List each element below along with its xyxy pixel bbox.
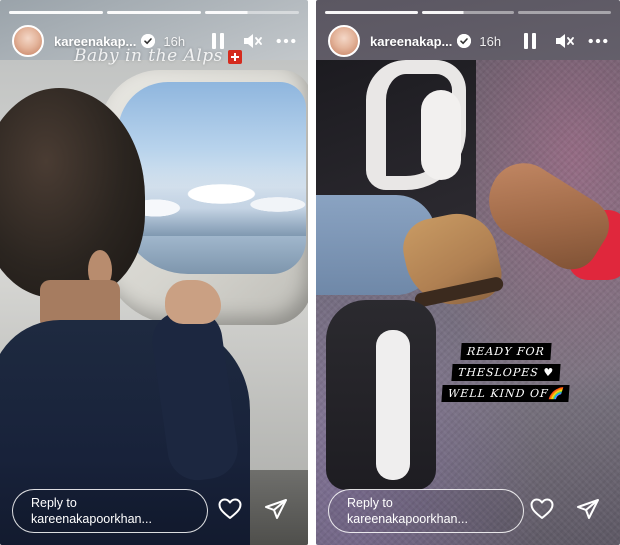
reply-input[interactable]: Reply to kareenakapoorkhan... — [12, 489, 208, 533]
username[interactable]: kareenakap... — [370, 34, 452, 49]
progress-segment — [518, 11, 612, 14]
story-progress-bar — [9, 11, 299, 14]
story-footer: Reply to kareenakapoorkhan... — [12, 489, 296, 533]
send-paper-plane-icon[interactable] — [264, 498, 288, 525]
story-photo-feet-on-plane-floor — [316, 0, 620, 545]
sticker-line-2: THESLOPES ♥ — [450, 364, 561, 381]
progress-segment-active — [205, 11, 299, 14]
reply-placeholder-line1: Reply to — [31, 496, 77, 510]
story-right[interactable]: kareenakap... 16h Reply to kareenakapoor… — [316, 0, 620, 545]
pause-icon[interactable] — [520, 31, 540, 51]
story-left[interactable]: kareenakap... 16h Baby in the Alps Reply… — [0, 0, 308, 545]
speaker-muted-icon[interactable] — [242, 31, 262, 51]
story-text-sticker: READY FOR THESLOPES ♥ WELL KIND OF🌈 — [441, 343, 570, 402]
heart-icon[interactable] — [530, 498, 554, 525]
story-header: kareenakap... 16h — [328, 24, 608, 58]
progress-segment — [9, 11, 103, 14]
heart-icon[interactable] — [218, 498, 242, 525]
progress-segment-active — [421, 11, 515, 14]
story-footer: Reply to kareenakapoorkhan... — [328, 489, 608, 533]
reply-placeholder-line2: kareenakapoorkhan... — [347, 512, 468, 526]
progress-segment — [325, 11, 418, 14]
reply-placeholder-line2: kareenakapoorkhan... — [31, 512, 152, 526]
more-options-icon[interactable] — [588, 31, 608, 51]
more-options-icon[interactable] — [276, 31, 296, 51]
sticker-line-3: WELL KIND OF🌈 — [441, 385, 570, 402]
swiss-flag-icon — [228, 50, 242, 64]
post-time: 16h — [479, 33, 502, 49]
story-photo-boy-at-window — [0, 0, 308, 545]
progress-segment — [107, 11, 201, 14]
reply-placeholder-line1: Reply to — [347, 496, 393, 510]
sticker-line-1: READY FOR — [460, 343, 552, 360]
avatar[interactable] — [12, 25, 44, 57]
story-caption: Baby in the Alps — [74, 46, 223, 66]
send-paper-plane-icon[interactable] — [576, 498, 600, 525]
speaker-muted-icon[interactable] — [554, 31, 574, 51]
story-progress-bar — [325, 11, 612, 14]
verified-badge-icon — [457, 34, 472, 48]
reply-input[interactable]: Reply to kareenakapoorkhan... — [328, 489, 524, 533]
avatar[interactable] — [328, 25, 360, 57]
